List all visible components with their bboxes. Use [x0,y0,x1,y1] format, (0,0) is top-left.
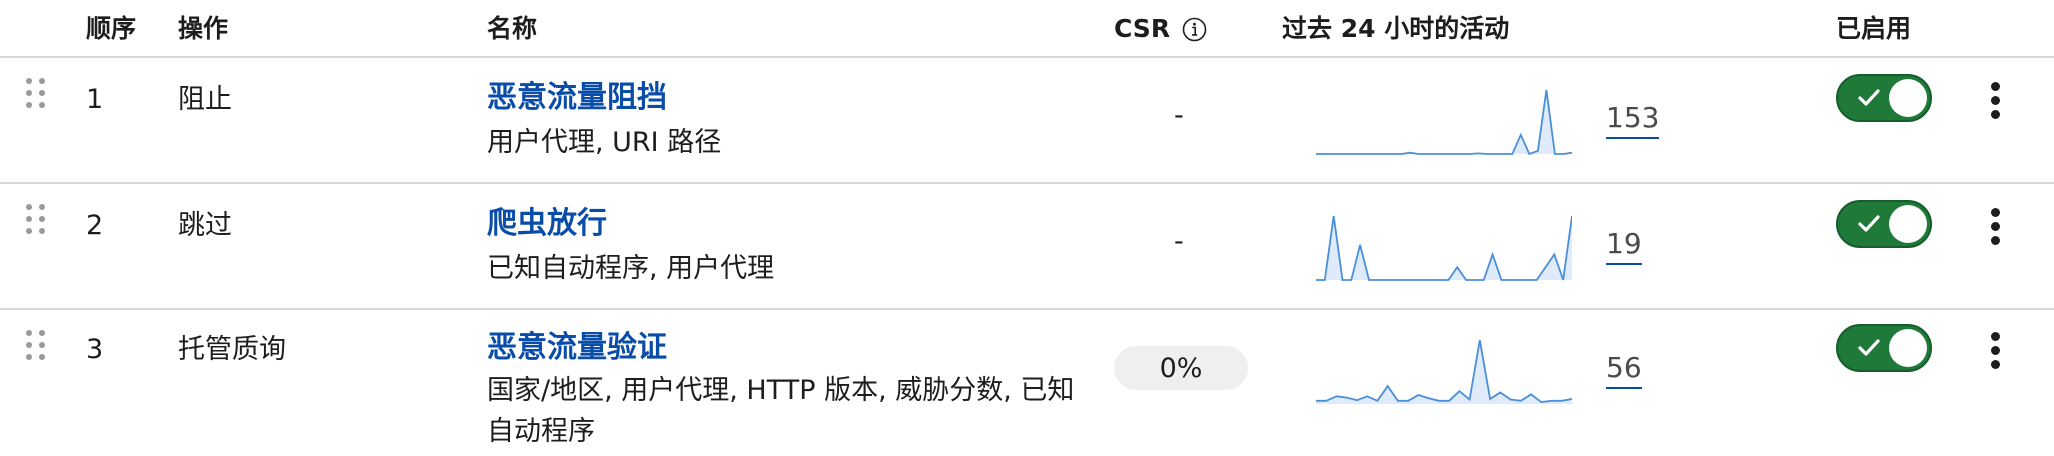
column-header-activity: 过去 24 小时的活动 [1282,14,1510,43]
more-options-icon[interactable] [1986,332,2006,372]
rule-action: 阻止 [178,84,232,115]
activity-sparkline [1316,339,1572,404]
rule-name-link[interactable]: 爬虫放行 [487,204,607,244]
rule-description: 国家/地区, 用户代理, HTTP 版本, 威胁分数, 已知自动程序 [487,375,1075,447]
sparkline-area [1316,340,1572,404]
rule-description: 用户代理, URI 路径 [487,127,722,158]
sparkline-line [1316,339,1572,404]
rule-name-link[interactable]: 恶意流量阻挡 [487,78,667,118]
activity-count-link[interactable]: 153 [1606,100,1660,139]
rule-action: 托管质询 [178,334,286,365]
activity-sparkline [1316,89,1572,156]
rule-order: 1 [86,84,104,115]
activity-count-link[interactable]: 56 [1606,350,1642,389]
rule-csr: - [1174,226,1184,257]
rule-csr: - [1174,100,1184,131]
drag-handle-icon[interactable] [26,330,46,370]
toggle-knob [1889,205,1927,243]
activity-count-link[interactable]: 19 [1606,226,1642,265]
column-header-order: 顺序 [86,14,137,43]
csr-badge: 0% [1114,346,1248,390]
table-row: 3 托管质询 恶意流量验证 国家/地区, 用户代理, HTTP 版本, 威胁分数… [0,312,2054,456]
toggle-knob [1889,329,1927,367]
csr-label: CSR [1114,14,1171,43]
rule-order: 2 [86,210,104,241]
info-icon[interactable] [1182,17,1207,42]
table-row: 2 跳过 爬虫放行 已知自动程序, 用户代理 - 19 [0,186,2054,310]
rule-action: 跳过 [178,210,232,241]
sparkline-line [1316,215,1572,281]
sparkline-area [1316,90,1572,154]
toggle-knob [1889,79,1927,117]
enabled-toggle[interactable] [1836,324,1932,372]
more-options-icon[interactable] [1986,208,2006,248]
rule-order: 3 [86,334,104,365]
check-icon [1858,215,1880,232]
activity-sparkline [1316,215,1572,281]
check-icon [1858,89,1880,106]
drag-handle-icon[interactable] [26,204,46,244]
column-header-enabled: 已启用 [1836,14,1912,43]
check-icon [1858,339,1880,356]
more-options-icon[interactable] [1986,82,2006,122]
table-header: 顺序 操作 名称 CSR 过去 24 小时的活动 已启用 [0,0,2054,58]
column-header-csr: CSR [1114,12,1207,46]
enabled-toggle[interactable] [1836,200,1932,248]
rule-name-link[interactable]: 恶意流量验证 [487,328,667,368]
column-header-name: 名称 [487,14,538,43]
enabled-toggle[interactable] [1836,74,1932,122]
drag-handle-icon[interactable] [26,78,46,118]
column-header-action: 操作 [178,14,229,43]
table-row: 1 阻止 恶意流量阻挡 用户代理, URI 路径 - 153 [0,60,2054,184]
sparkline-line [1316,89,1572,156]
rule-description: 已知自动程序, 用户代理 [487,253,775,284]
